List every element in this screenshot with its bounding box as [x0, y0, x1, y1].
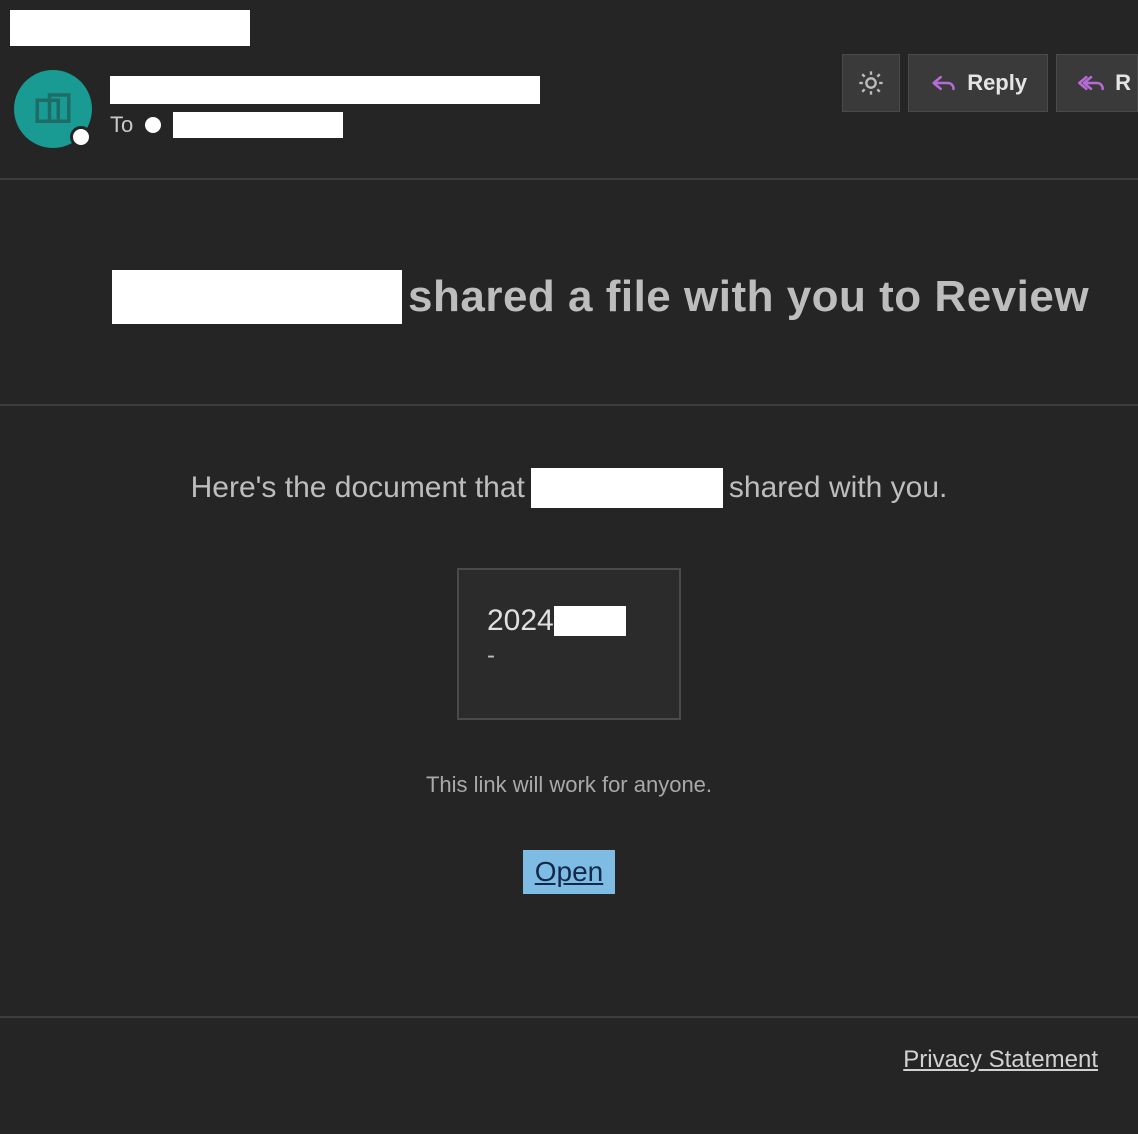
footer: Privacy Statement: [0, 1016, 1138, 1074]
to-line: To: [110, 112, 1138, 138]
reply-all-button[interactable]: R: [1056, 54, 1138, 112]
body-prefix: Here's the document that: [191, 471, 525, 505]
hero-name-redacted: [112, 270, 402, 324]
org-icon: [32, 88, 74, 130]
reply-button[interactable]: Reply: [908, 54, 1048, 112]
to-label: To: [110, 112, 133, 138]
hero-line: shared a file with you to Review: [40, 270, 1098, 324]
document-name-line: 2024: [487, 604, 651, 638]
hero-text: shared a file with you to Review: [408, 275, 1089, 319]
link-scope-note: This link will work for anyone.: [40, 772, 1098, 798]
brightness-button[interactable]: [842, 54, 900, 112]
document-name-prefix: 2024: [487, 604, 554, 638]
document-subline: -: [487, 642, 651, 670]
reply-all-icon: [1077, 69, 1105, 97]
subject-redacted: [10, 10, 250, 46]
body-name-redacted: [531, 468, 723, 508]
avatar-wrap: [14, 70, 92, 148]
presence-indicator: [70, 126, 92, 148]
reply-label: Reply: [967, 70, 1027, 96]
message-header: To: [0, 52, 1138, 178]
document-card[interactable]: 2024 -: [457, 568, 681, 720]
sun-icon: [857, 69, 885, 97]
action-toolbar: Reply R: [842, 54, 1138, 112]
subject-bar: [0, 0, 1138, 52]
body-line: Here's the document that shared with you…: [191, 468, 948, 508]
hero-section: shared a file with you to Review: [0, 180, 1138, 404]
body-suffix: shared with you.: [729, 471, 947, 505]
reply-all-label-partial: R: [1115, 70, 1131, 96]
sender-name-redacted: [110, 76, 540, 104]
recipient-presence-icon: [145, 117, 161, 133]
document-name-redacted: [554, 606, 626, 636]
privacy-link[interactable]: Privacy Statement: [903, 1046, 1098, 1073]
body-section: Here's the document that shared with you…: [0, 406, 1138, 954]
open-button[interactable]: Open: [523, 850, 616, 894]
recipient-redacted: [173, 112, 343, 138]
reply-icon: [929, 69, 957, 97]
